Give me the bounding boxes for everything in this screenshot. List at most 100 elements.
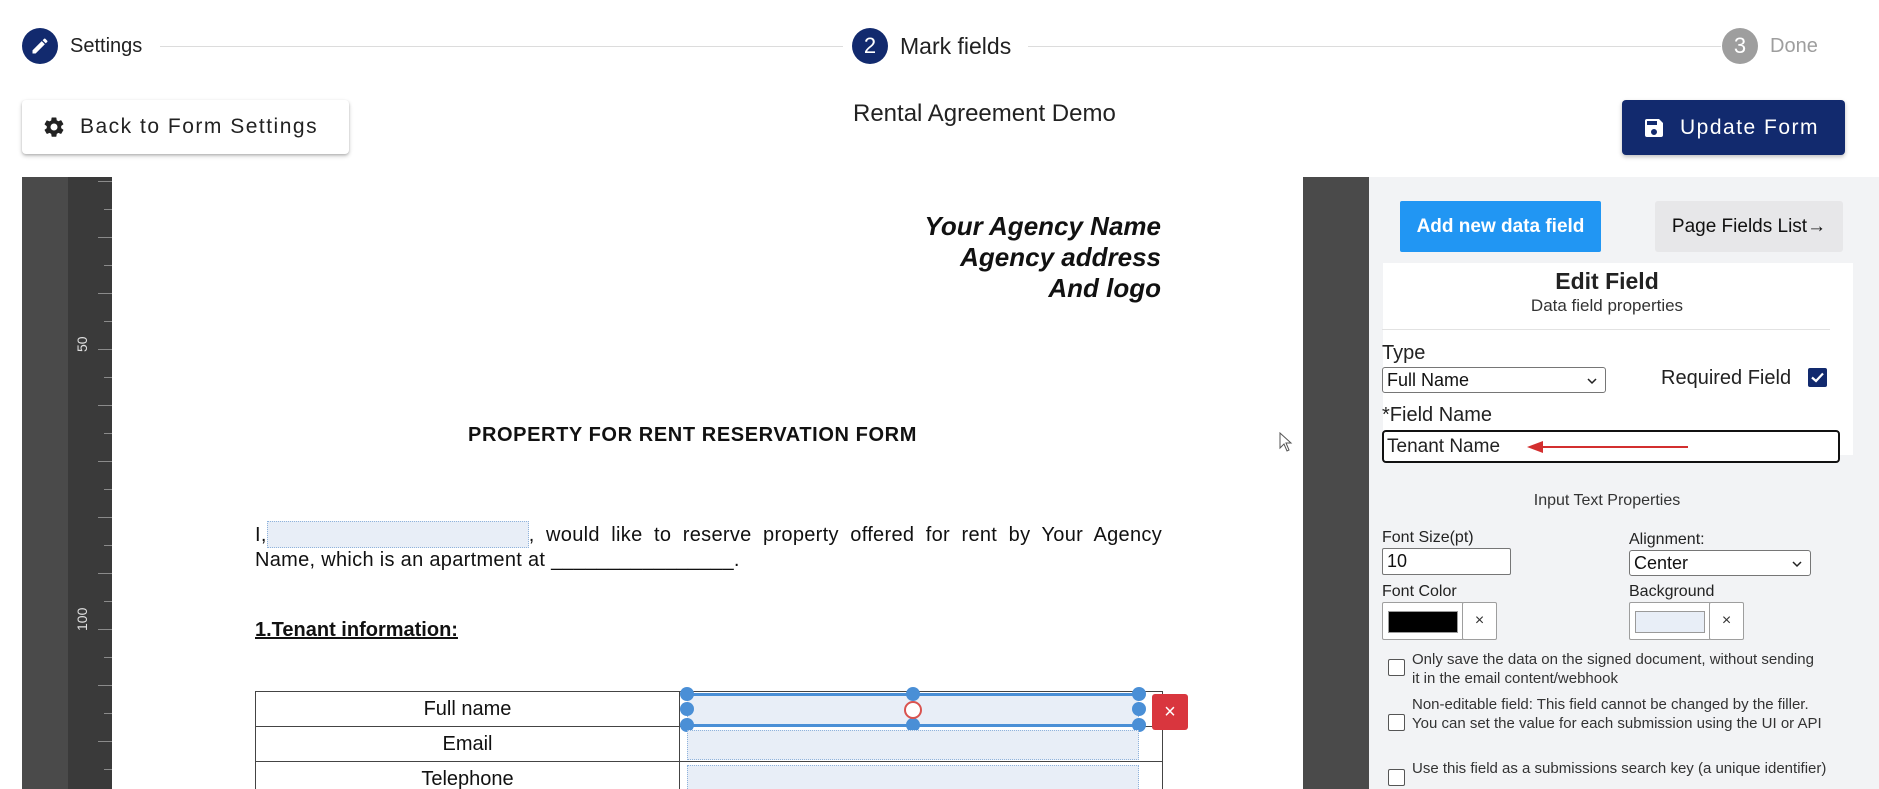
field-name-label: *Field Name <box>1382 404 1493 426</box>
annotation-arrow-icon <box>1527 441 1688 453</box>
step-connector <box>1028 46 1721 47</box>
stepper: Settings 2 Mark fields 3 Done <box>0 0 1879 92</box>
ruler-tick <box>104 321 112 322</box>
ruler-tick <box>104 545 112 546</box>
back-button-label: Back to Form Settings <box>80 115 319 138</box>
telephone-data-field[interactable] <box>687 765 1139 789</box>
divider <box>1382 329 1830 330</box>
ruler-tick <box>104 657 112 658</box>
chevron-down-icon <box>1587 378 1597 385</box>
step-number-2: 2 <box>852 28 888 64</box>
ruler-tick <box>104 377 112 378</box>
ruler-mark-100: 100 <box>74 607 90 631</box>
step-label-settings: Settings <box>70 34 143 57</box>
step-label-done: Done <box>1770 34 1818 57</box>
save-icon <box>1645 118 1663 137</box>
ruler-tick <box>104 769 112 770</box>
step-connector <box>160 46 843 47</box>
font-color-swatch <box>1388 611 1458 633</box>
ruler-tick <box>98 349 112 350</box>
agency-address: Agency address <box>960 242 1161 272</box>
email-data-field[interactable] <box>687 730 1139 760</box>
field-name-value: Tenant Name <box>1387 435 1501 457</box>
ruler-mark-50: 50 <box>74 336 90 352</box>
arrow-right-icon: → <box>1807 215 1827 237</box>
font-color-label: Font Color <box>1382 583 1457 600</box>
required-field-checkbox[interactable] <box>1808 368 1827 387</box>
background-color-picker[interactable] <box>1629 602 1711 640</box>
resize-handle[interactable] <box>680 702 694 716</box>
mouse-cursor-icon <box>1279 432 1293 452</box>
save-only-on-document-checkbox[interactable] <box>1388 659 1405 676</box>
ruler-tick <box>104 713 112 714</box>
step-mark-fields[interactable]: 2 Mark fields <box>852 28 1011 64</box>
document-page[interactable]: Your Agency Name Agency address And logo… <box>112 177 1303 789</box>
row-label-full-name: Full name <box>255 691 680 727</box>
agency-name: Your Agency Name <box>924 211 1161 241</box>
gear-icon <box>44 117 64 137</box>
back-to-form-settings-button[interactable]: Back to Form Settings <box>22 100 349 154</box>
search-key-checkbox[interactable] <box>1388 769 1405 786</box>
font-color-picker[interactable] <box>1382 602 1464 640</box>
ruler-tick <box>104 601 112 602</box>
agency-header: Your Agency Name Agency address And logo <box>925 211 1161 304</box>
ruler-tick <box>98 741 112 742</box>
step-number-3: 3 <box>1722 28 1758 64</box>
page-fields-list-label: Page Fields List <box>1671 215 1808 237</box>
ruler-tick <box>98 517 112 518</box>
update-form-button[interactable]: Update Form <box>1622 100 1845 155</box>
ruler-tick <box>98 181 112 182</box>
type-select[interactable]: Full Name <box>1382 367 1606 393</box>
clear-background-button[interactable]: × <box>1709 602 1744 640</box>
add-new-data-field-button[interactable]: Add new data field <box>1400 201 1601 252</box>
row-label-telephone: Telephone <box>255 761 680 789</box>
form-title: Rental Agreement Demo <box>853 100 1116 127</box>
alignment-select-value: Center <box>1634 552 1689 573</box>
agency-logo-text: And logo <box>1048 273 1161 303</box>
update-button-label: Update Form <box>1680 115 1820 139</box>
reservation-paragraph: I,, would like to reserve property offer… <box>255 521 1162 573</box>
ruler-tick <box>104 209 112 210</box>
required-field-label: Required Field <box>1661 367 1792 389</box>
ruler-tick <box>104 265 112 266</box>
edit-field-title: Edit Field <box>1555 268 1659 294</box>
type-label: Type <box>1382 342 1426 364</box>
step-label-mark-fields: Mark fields <box>900 32 1012 59</box>
ruler-tick <box>98 461 112 462</box>
search-key-label: Use this field as a submissions search k… <box>1412 760 1827 777</box>
delete-field-button[interactable]: × <box>1152 694 1188 730</box>
page-fields-list-button[interactable]: Page Fields List → <box>1655 201 1843 252</box>
rotate-handle[interactable] <box>904 701 922 719</box>
background-label: Background <box>1629 583 1715 600</box>
ruler-tick <box>104 489 112 490</box>
alignment-label: Alignment: <box>1629 531 1705 548</box>
resize-handle[interactable] <box>1132 687 1146 701</box>
non-editable-label: Non-editable field: This field cannot be… <box>1412 696 1822 732</box>
chevron-down-icon <box>1792 561 1802 568</box>
ruler-tick <box>104 433 112 434</box>
ruler-tick <box>98 629 112 630</box>
step-settings[interactable]: Settings <box>22 28 142 64</box>
document-viewer[interactable]: 50 100 Your Agency Name Agency address A… <box>22 177 1369 789</box>
ruler-tick <box>98 293 112 294</box>
vertical-ruler: 50 100 <box>68 177 112 789</box>
clear-font-color-button[interactable]: × <box>1462 602 1497 640</box>
check-icon <box>1811 372 1824 383</box>
step-done[interactable]: 3 Done <box>1722 28 1818 64</box>
save-only-on-document-label: Only save the data on the signed documen… <box>1412 651 1814 687</box>
font-size-input[interactable]: 10 <box>1382 548 1511 575</box>
resize-handle[interactable] <box>680 687 694 701</box>
ruler-tick <box>98 405 112 406</box>
resize-handle[interactable] <box>906 687 920 701</box>
type-select-value: Full Name <box>1387 369 1470 390</box>
font-size-label: Font Size(pt) <box>1382 529 1474 546</box>
non-editable-checkbox[interactable] <box>1388 714 1405 731</box>
ruler-tick <box>98 237 112 238</box>
edit-field-subtitle: Data field properties <box>1530 296 1684 315</box>
tenant-name-inline-field[interactable] <box>266 521 529 548</box>
alignment-select[interactable]: Center <box>1629 550 1811 576</box>
edit-icon <box>22 28 58 64</box>
resize-handle[interactable] <box>1132 702 1146 716</box>
row-label-email: Email <box>255 726 680 762</box>
para-prefix: I, <box>255 524 267 546</box>
